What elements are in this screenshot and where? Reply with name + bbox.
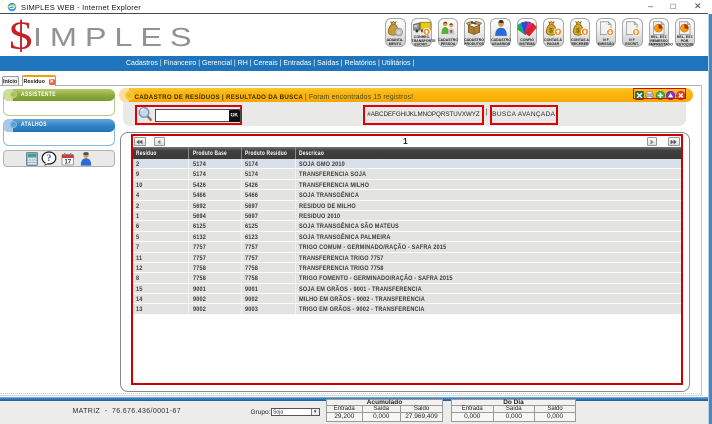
svg-text:17: 17 [64, 159, 71, 165]
svg-text:?: ? [47, 154, 52, 164]
svg-text:$: $ [576, 27, 580, 34]
